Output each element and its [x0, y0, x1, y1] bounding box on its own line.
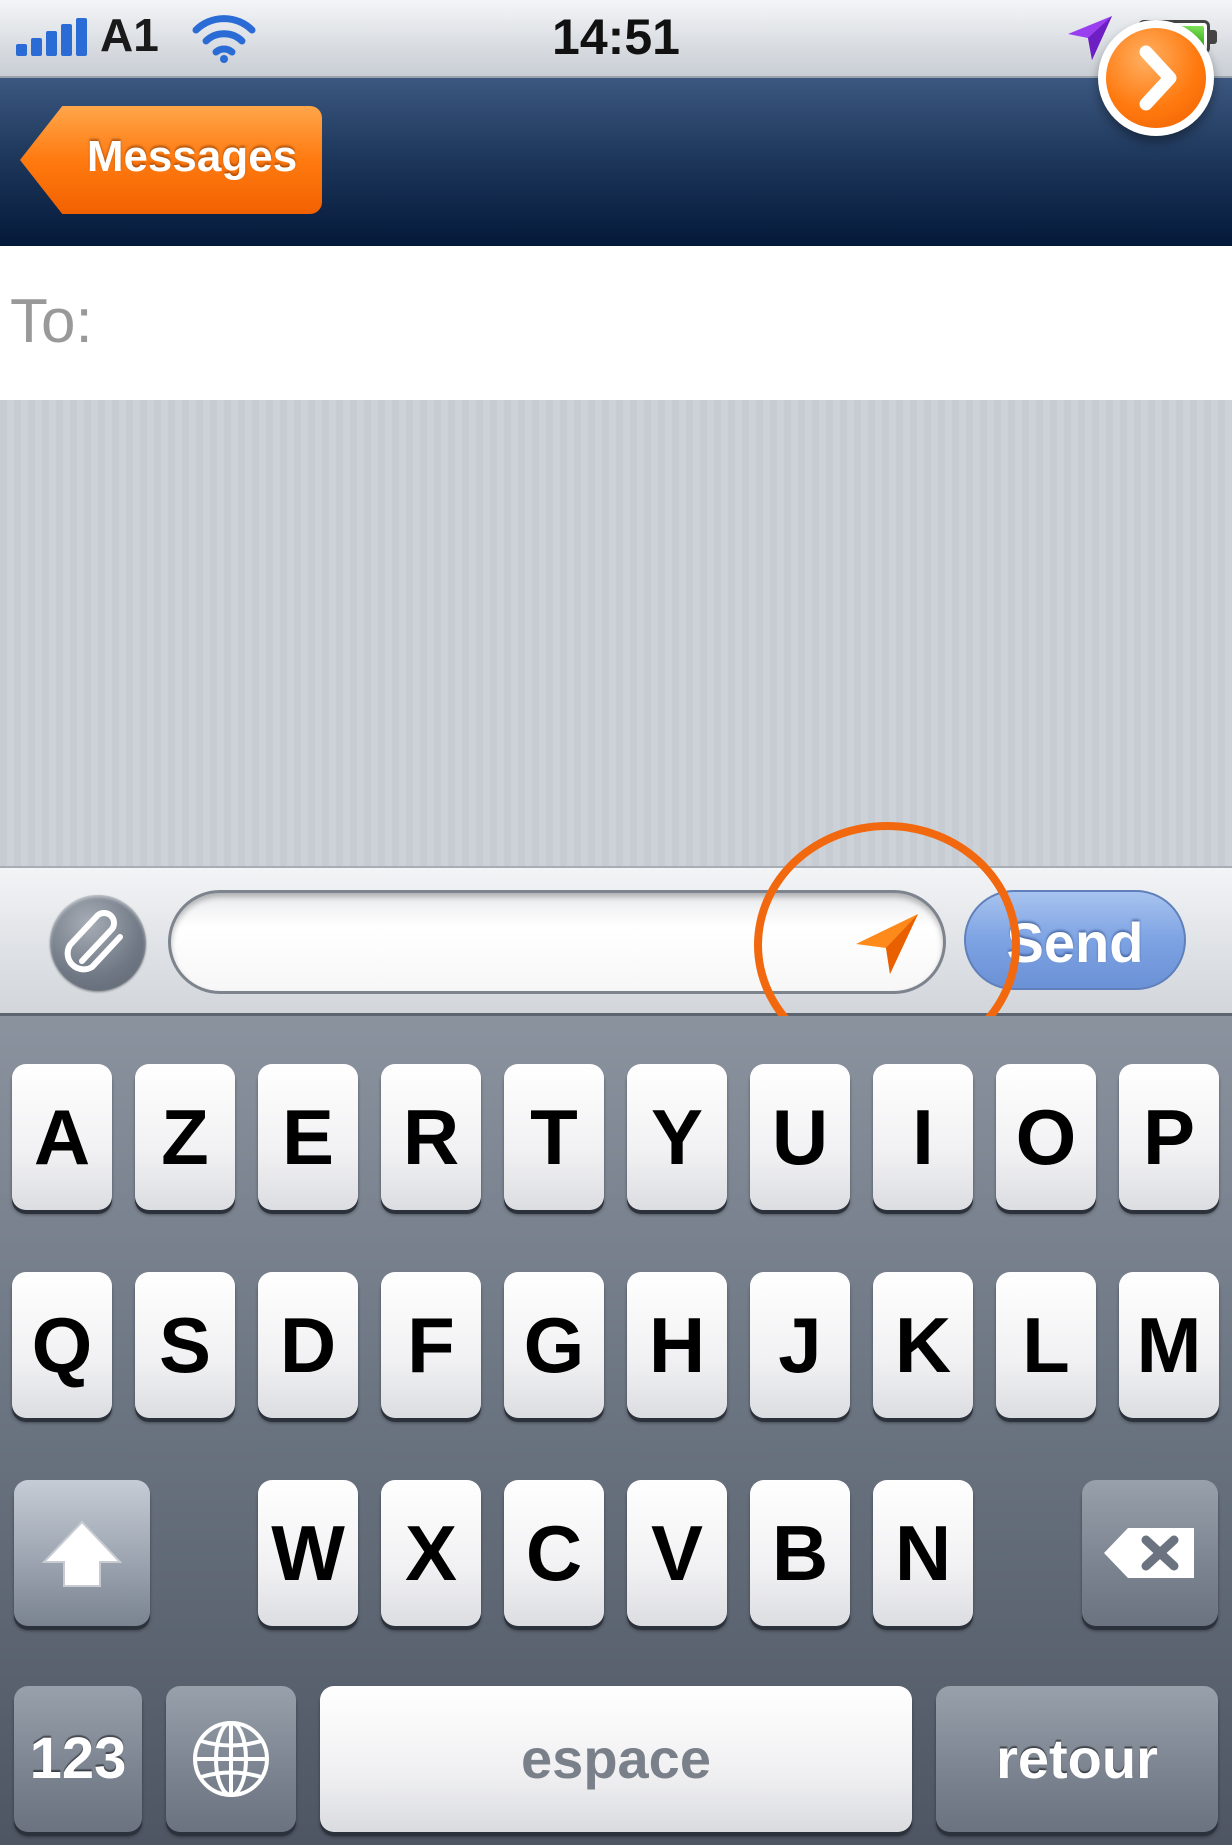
- location-arrow-icon[interactable]: [852, 910, 924, 978]
- conversation-area: [0, 400, 1232, 866]
- key-k[interactable]: K: [873, 1272, 973, 1418]
- space-key[interactable]: espace: [320, 1686, 912, 1832]
- send-button[interactable]: Send: [964, 890, 1186, 990]
- status-time: 14:51: [552, 9, 680, 65]
- recipient-field[interactable]: To:: [0, 246, 1232, 400]
- key-o[interactable]: O: [996, 1064, 1096, 1210]
- key-i[interactable]: I: [873, 1064, 973, 1210]
- key-j[interactable]: J: [750, 1272, 850, 1418]
- key-m[interactable]: M: [1119, 1272, 1219, 1418]
- attach-button[interactable]: [50, 895, 146, 991]
- key-z[interactable]: Z: [135, 1064, 235, 1210]
- key-t[interactable]: T: [504, 1064, 604, 1210]
- key-d[interactable]: D: [258, 1272, 358, 1418]
- navigation-bar: Messages: [0, 78, 1232, 246]
- key-h[interactable]: H: [627, 1272, 727, 1418]
- key-u[interactable]: U: [750, 1064, 850, 1210]
- globe-key[interactable]: [166, 1686, 296, 1832]
- key-n[interactable]: N: [873, 1480, 973, 1626]
- backspace-key[interactable]: [1082, 1480, 1218, 1626]
- send-button-label: Send: [1006, 911, 1144, 974]
- key-b[interactable]: B: [750, 1480, 850, 1626]
- backspace-icon: [1104, 1528, 1194, 1578]
- key-f[interactable]: F: [381, 1272, 481, 1418]
- key-g[interactable]: G: [504, 1272, 604, 1418]
- numbers-key[interactable]: 123: [14, 1686, 142, 1832]
- key-c[interactable]: C: [504, 1480, 604, 1626]
- key-l[interactable]: L: [996, 1272, 1096, 1418]
- key-x[interactable]: X: [381, 1480, 481, 1626]
- key-y[interactable]: Y: [627, 1064, 727, 1210]
- paperclip-icon: [64, 910, 123, 973]
- key-w[interactable]: W: [258, 1480, 358, 1626]
- key-v[interactable]: V: [627, 1480, 727, 1626]
- chevron-right-icon: [1139, 45, 1177, 111]
- back-button[interactable]: Messages: [20, 106, 322, 214]
- back-button-label: Messages: [86, 132, 298, 181]
- key-p[interactable]: P: [1119, 1064, 1219, 1210]
- globe-icon: [193, 1721, 269, 1797]
- key-e[interactable]: E: [258, 1064, 358, 1210]
- key-q[interactable]: Q: [12, 1272, 112, 1418]
- key-r[interactable]: R: [381, 1064, 481, 1210]
- return-key[interactable]: retour: [936, 1686, 1218, 1832]
- message-input[interactable]: [168, 890, 946, 994]
- battery-nub: [1210, 30, 1217, 44]
- recipient-label: To:: [10, 287, 93, 356]
- key-a[interactable]: A: [12, 1064, 112, 1210]
- key-s[interactable]: S: [135, 1272, 235, 1418]
- shift-arrow-icon: [41, 1520, 123, 1587]
- add-contact-button[interactable]: [1098, 20, 1214, 136]
- shift-key[interactable]: [14, 1480, 150, 1626]
